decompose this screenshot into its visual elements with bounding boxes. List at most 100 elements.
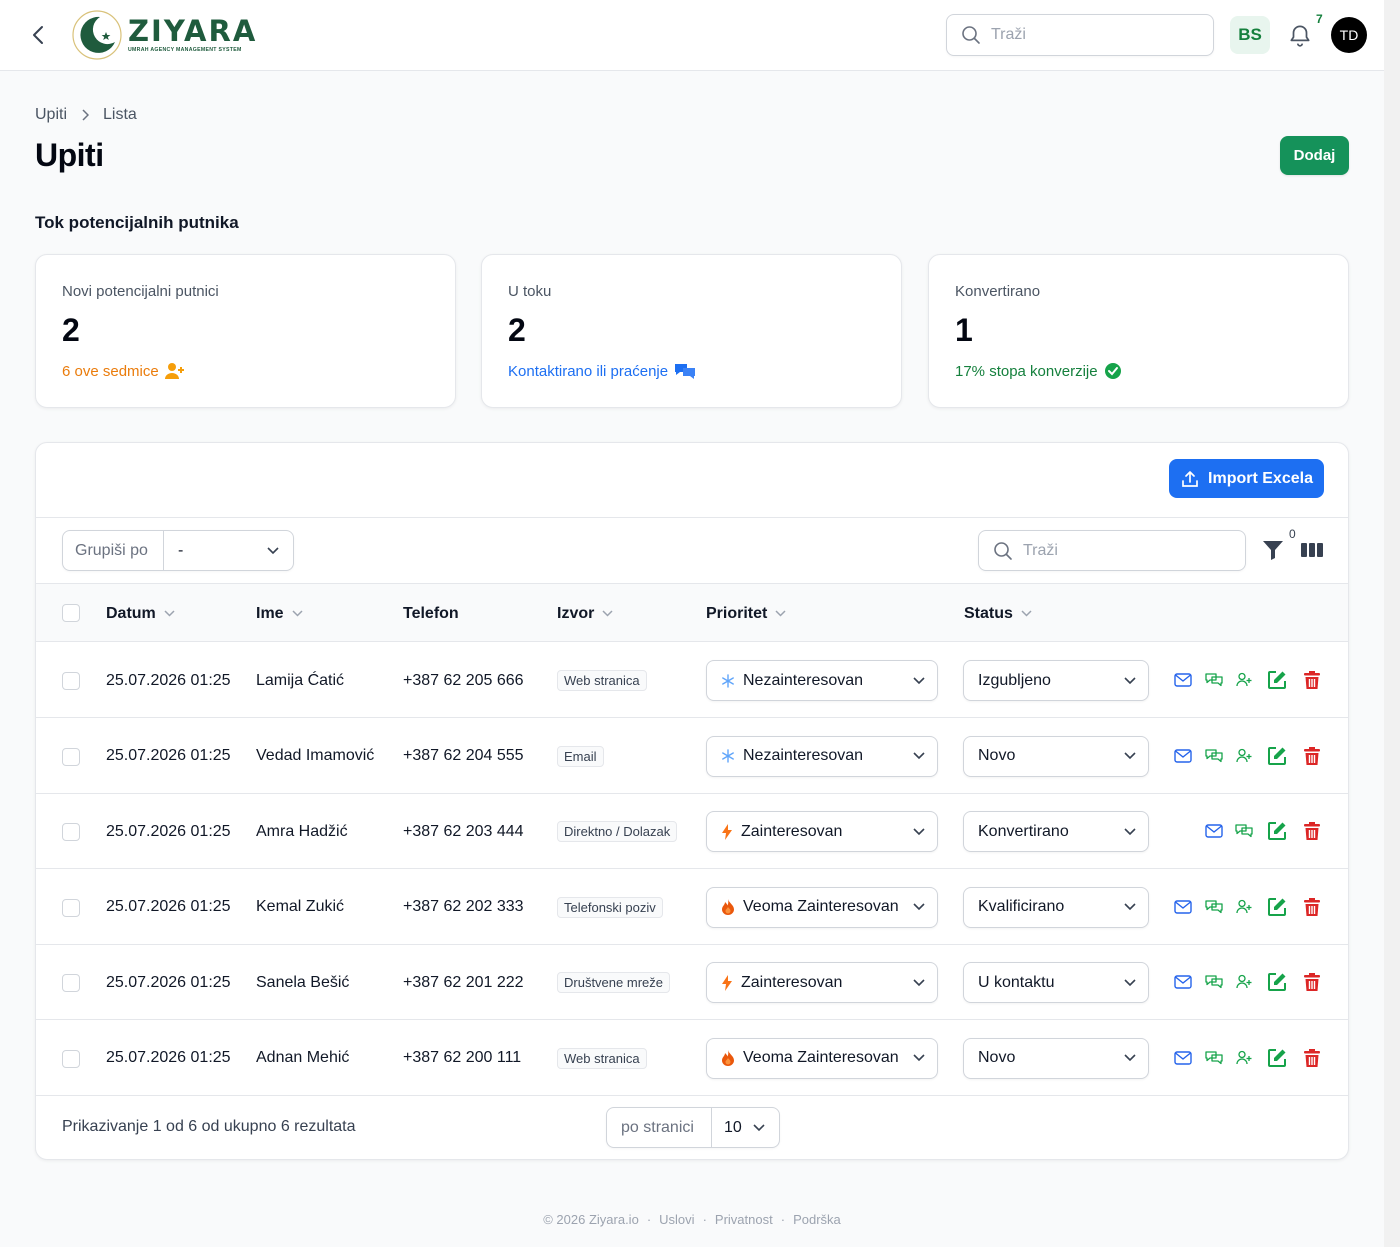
status-select[interactable]: U kontaktu: [963, 962, 1149, 1003]
pagination-summary: Prikazivanje 1 od 6 od ukupno 6 rezultat…: [62, 1118, 356, 1135]
table-search[interactable]: [978, 530, 1246, 571]
table-row: 25.07.2026 01:25 Lamija Ćatić +387 62 205 …: [36, 643, 1348, 718]
delete-icon[interactable]: [1301, 971, 1323, 993]
edit-icon[interactable]: [1266, 1047, 1288, 1069]
column-header-prioritet[interactable]: Prioritet: [706, 584, 786, 643]
priority-select[interactable]: Veoma Zainteresovan: [706, 886, 938, 928]
chat-icon[interactable]: [1203, 896, 1225, 918]
status-select[interactable]: Novo: [963, 1037, 1149, 1079]
delete-icon[interactable]: [1301, 745, 1323, 767]
row-checkbox[interactable]: [62, 672, 80, 690]
chevron-down-icon: [1124, 827, 1136, 836]
import-excel-button[interactable]: Import Excela: [1169, 459, 1324, 498]
chat-icon[interactable]: [1203, 669, 1225, 691]
priority-select[interactable]: Zainteresovan: [706, 811, 938, 852]
edit-icon[interactable]: [1266, 896, 1288, 918]
chevron-down-icon: [1124, 1054, 1136, 1062]
scrollbar[interactable]: [1384, 0, 1400, 1247]
chevron-down-icon: [1124, 903, 1136, 911]
chat-icon[interactable]: [1203, 971, 1225, 993]
status-select[interactable]: Novo: [963, 735, 1149, 777]
bell-icon[interactable]: [1287, 22, 1313, 48]
logo[interactable]: ZIYARA UMRAH AGENCY MANAGEMENT SYSTEM: [72, 10, 257, 60]
stat-value: 2: [508, 312, 526, 348]
priority-select[interactable]: Nezainteresovan: [706, 735, 938, 777]
user-avatar[interactable]: TD: [1331, 17, 1367, 53]
convert-user-icon[interactable]: [1233, 896, 1255, 918]
row-checkbox[interactable]: [62, 974, 80, 992]
edit-icon[interactable]: [1266, 971, 1288, 993]
select-all-checkbox[interactable]: [62, 604, 80, 622]
global-search[interactable]: [946, 14, 1214, 56]
per-page-value[interactable]: 10: [712, 1119, 779, 1137]
language-switcher[interactable]: BS: [1230, 16, 1270, 54]
stat-card-converted: Konvertirano 1 17% stopa konverzije: [928, 254, 1349, 408]
chat-icon[interactable]: [1203, 745, 1225, 767]
column-header-status[interactable]: Status: [964, 584, 1032, 643]
per-page-select[interactable]: po stranici 10: [606, 1107, 780, 1148]
chat-icon[interactable]: [1233, 820, 1255, 842]
priority-select[interactable]: Nezainteresovan: [706, 660, 938, 701]
status-select[interactable]: Izgubljeno: [963, 660, 1149, 701]
mail-icon[interactable]: [1172, 1047, 1194, 1069]
column-header-label: Telefon: [403, 604, 459, 622]
row-checkbox[interactable]: [62, 747, 80, 766]
stat-value: 2: [62, 312, 80, 348]
priority-select[interactable]: Zainteresovan: [706, 962, 938, 1003]
mail-icon[interactable]: [1172, 745, 1194, 767]
filter-icon[interactable]: [1262, 539, 1284, 561]
global-search-input[interactable]: [991, 26, 1191, 44]
row-checkbox[interactable]: [62, 823, 80, 841]
column-header-telefon: Telefon: [403, 584, 459, 643]
column-header-ime[interactable]: Ime: [256, 584, 303, 643]
chevron-down-icon: [913, 827, 925, 836]
leads-table-card: Import Excela Grupiši po - 0 Datum Ime T…: [35, 442, 1349, 1160]
source-badge: Telefonski poziv: [557, 896, 663, 918]
mail-icon[interactable]: [1203, 820, 1225, 842]
row-checkbox[interactable]: [62, 1049, 80, 1068]
table-search-input[interactable]: [1023, 541, 1223, 560]
cell-source: Direktno / Dolazak: [557, 794, 678, 869]
breadcrumb-item-upiti[interactable]: Upiti: [35, 106, 67, 124]
row-checkbox[interactable]: [62, 898, 80, 917]
footer-link-privacy[interactable]: Privatnost: [715, 1212, 773, 1227]
stat-label: U toku: [508, 283, 552, 300]
edit-icon[interactable]: [1266, 669, 1288, 691]
stat-card-in-progress: U toku 2 Kontaktirano ili praćenje: [481, 254, 902, 408]
add-button[interactable]: Dodaj: [1280, 136, 1349, 175]
edit-icon[interactable]: [1266, 745, 1288, 767]
cell-name: Kemal Zukić: [256, 898, 345, 915]
status-select[interactable]: Konvertirano: [963, 811, 1149, 852]
mail-icon[interactable]: [1172, 669, 1194, 691]
delete-icon[interactable]: [1301, 1047, 1323, 1069]
footer-link-terms[interactable]: Uslovi: [659, 1212, 694, 1227]
delete-icon[interactable]: [1301, 896, 1323, 918]
delete-icon[interactable]: [1301, 820, 1323, 842]
mail-icon[interactable]: [1172, 971, 1194, 993]
priority-select[interactable]: Veoma Zainteresovan: [706, 1037, 938, 1079]
snowflake-icon: [721, 749, 735, 763]
cell-name: Sanela Bešić: [256, 973, 350, 991]
back-arrow-icon[interactable]: [26, 22, 50, 48]
columns-icon[interactable]: [1301, 541, 1323, 559]
convert-user-icon[interactable]: [1233, 1047, 1255, 1069]
status-select[interactable]: Kvalificirano: [963, 886, 1149, 928]
chevron-down-icon: [913, 978, 925, 987]
chevron-down-icon: [1124, 676, 1136, 685]
convert-user-icon[interactable]: [1233, 745, 1255, 767]
convert-user-icon[interactable]: [1233, 669, 1255, 691]
group-by-value[interactable]: -: [164, 542, 293, 560]
edit-icon[interactable]: [1266, 820, 1288, 842]
column-header-datum[interactable]: Datum: [106, 584, 175, 643]
group-by-select[interactable]: Grupiši po -: [62, 530, 294, 571]
delete-icon[interactable]: [1301, 669, 1323, 691]
page-title: Upiti: [35, 137, 104, 173]
column-header-label: Prioritet: [706, 604, 768, 622]
column-header-izvor[interactable]: Izvor: [557, 584, 613, 643]
footer-link-support[interactable]: Podrška: [793, 1212, 841, 1227]
stat-description: 17% stopa konverzije: [955, 362, 1322, 380]
convert-user-icon[interactable]: [1233, 971, 1255, 993]
chat-icon[interactable]: [1203, 1047, 1225, 1069]
mail-icon[interactable]: [1172, 896, 1194, 918]
breadcrumb-item-lista: Lista: [103, 106, 137, 123]
